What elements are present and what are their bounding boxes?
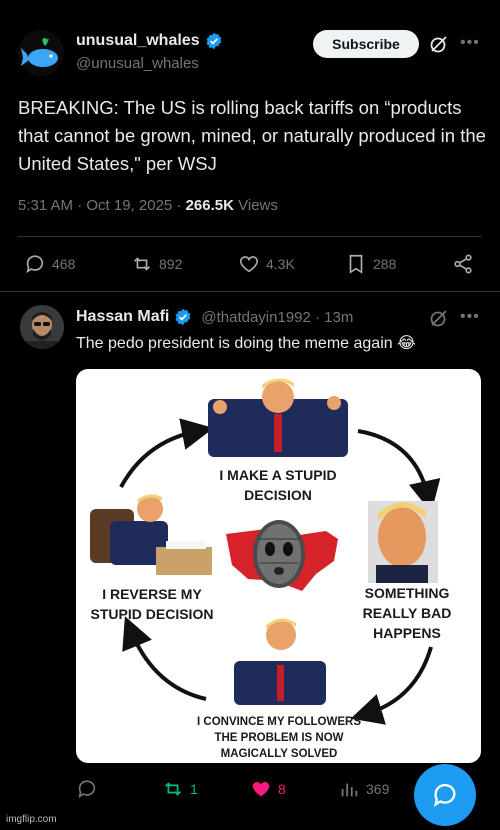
timestamp[interactable]: 5:31 AM · Oct 19, 2025 ·	[18, 197, 186, 214]
views-count: 266.5K	[185, 197, 234, 214]
whale-logo-icon	[21, 38, 58, 67]
like-count: 8	[278, 781, 286, 797]
analytics-icon	[341, 783, 358, 797]
author-name[interactable]: unusual_whales	[76, 32, 223, 50]
more-options-icon[interactable]: •••	[460, 34, 480, 52]
repost-count: 892	[159, 256, 183, 272]
meme-label-left: I REVERSE MY STUPID DECISION	[90, 586, 214, 622]
reply-icon	[78, 780, 96, 799]
verified-badge-icon	[206, 32, 222, 50]
reply-author-handle[interactable]: @thatdayin1992 · 13m	[201, 309, 353, 326]
reply-text: The pedo president is doing the meme aga…	[76, 335, 416, 352]
divider	[18, 236, 482, 237]
repost-button[interactable]: 1	[162, 778, 198, 800]
bookmark-icon	[349, 254, 363, 274]
reply-header: Hassan Mafi @thatdayin1992 · 13m	[76, 308, 353, 326]
repost-button[interactable]: 892	[131, 253, 182, 275]
like-count: 4.3K	[266, 256, 295, 272]
reply-count: 468	[52, 256, 76, 272]
views-count: 369	[366, 781, 390, 797]
views-button[interactable]: 369	[338, 778, 389, 800]
avatar[interactable]	[18, 30, 64, 76]
post-text: BREAKING: The US is rolling back tariffs…	[18, 97, 486, 174]
repost-icon	[134, 257, 150, 271]
compose-reply-button[interactable]	[414, 764, 476, 826]
share-button[interactable]	[452, 253, 474, 275]
reply-icon	[26, 255, 44, 274]
chat-bubble-icon	[433, 783, 456, 807]
grok-icon[interactable]	[429, 308, 449, 328]
more-options-icon[interactable]: •••	[460, 308, 480, 326]
reply-button[interactable]	[76, 778, 98, 800]
reply-button[interactable]: 468	[24, 253, 75, 275]
bookmark-count: 288	[373, 256, 397, 272]
meme-label-bottom: I CONVINCE MY FOLLOWERS THE PROBLEM IS N…	[197, 716, 361, 760]
imgflip-watermark: imgflip.com	[6, 814, 57, 825]
reply-post: Hassan Mafi @thatdayin1992 · 13m ••• The…	[0, 293, 500, 830]
main-post: unusual_whales @unusual_whales Subscribe…	[0, 0, 500, 292]
author-handle[interactable]: @unusual_whales	[76, 55, 199, 72]
share-icon	[454, 254, 472, 274]
subscribe-button[interactable]: Subscribe	[313, 30, 419, 58]
verified-badge-icon	[175, 308, 191, 326]
meme-label-right: SOMETHING REALLY BAD HAPPENS	[362, 585, 452, 641]
like-button[interactable]: 8	[250, 778, 286, 800]
meme-illustration	[90, 378, 441, 725]
repost-count: 1	[190, 781, 198, 797]
reply-author-name[interactable]: Hassan Mafi	[76, 308, 169, 326]
heart-filled-icon	[252, 781, 270, 797]
repost-icon	[165, 782, 181, 796]
grok-icon[interactable]	[429, 34, 449, 54]
like-button[interactable]: 4.3K	[238, 253, 295, 275]
bookmark-button[interactable]: 288	[345, 253, 396, 275]
post-meta: 5:31 AM · Oct 19, 2025 · 266.5K Views	[18, 197, 278, 214]
author-name-text[interactable]: unusual_whales	[76, 32, 200, 50]
profile-photo	[20, 305, 64, 349]
heart-icon	[239, 256, 259, 273]
views-label: Views	[233, 197, 278, 214]
meme-image[interactable]: I MAKE A STUPID DECISION SOMETHING REALL…	[76, 369, 481, 763]
meme-label-top: I MAKE A STUPID DECISION	[219, 467, 337, 503]
reply-avatar[interactable]	[20, 305, 64, 349]
